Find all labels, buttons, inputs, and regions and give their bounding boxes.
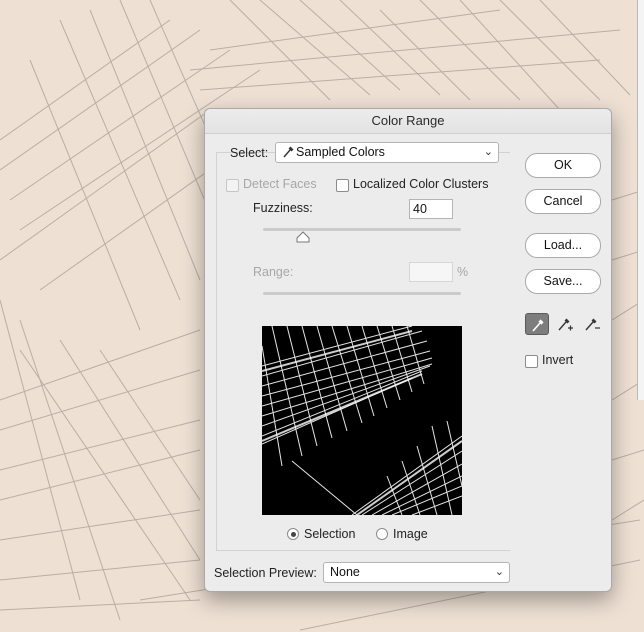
selection-radio[interactable] xyxy=(287,528,299,540)
fuzziness-input[interactable]: 40 xyxy=(409,199,453,219)
fuzziness-label: Fuzziness: xyxy=(253,201,313,215)
chevron-down-icon: ⌄ xyxy=(494,566,504,578)
localized-clusters-checkbox[interactable] xyxy=(336,179,349,192)
fuzziness-slider-thumb[interactable] xyxy=(296,231,310,243)
ok-button[interactable]: OK xyxy=(525,153,601,178)
select-dropdown[interactable]: Sampled Colors ⌄ xyxy=(275,142,499,163)
color-range-dialog: Color Range Select: Sampled Colors ⌄ Det… xyxy=(204,108,612,592)
select-value: Sampled Colors xyxy=(296,145,385,159)
eyedropper-icon xyxy=(532,319,544,332)
eyedropper-plus-tool[interactable] xyxy=(552,313,576,335)
canvas-scrollbar[interactable] xyxy=(637,0,644,400)
range-slider-track[interactable] xyxy=(263,292,461,295)
selection-preview-dropdown[interactable]: None ⌄ xyxy=(323,562,510,583)
cancel-button[interactable]: Cancel xyxy=(525,189,601,214)
eyedropper-tool[interactable] xyxy=(525,313,549,335)
eyedropper-plus-icon xyxy=(558,318,573,331)
selection-preview-label: Selection Preview: xyxy=(214,566,317,580)
save-button[interactable]: Save... xyxy=(525,269,601,294)
localized-clusters-label: Localized Color Clusters xyxy=(353,177,489,191)
invert-label: Invert xyxy=(542,353,574,367)
fuzziness-slider-track[interactable] xyxy=(263,228,461,231)
range-unit: % xyxy=(457,265,469,279)
selection-radio-label: Selection xyxy=(304,527,356,541)
select-label: Select: xyxy=(230,146,269,160)
image-radio-label: Image xyxy=(393,527,428,541)
dialog-title: Color Range xyxy=(205,109,611,134)
load-button[interactable]: Load... xyxy=(525,233,601,258)
range-input[interactable] xyxy=(409,262,453,282)
selection-preview-thumbnail xyxy=(262,326,462,515)
image-radio[interactable] xyxy=(376,528,388,540)
eyedropper-minus-tool[interactable] xyxy=(579,313,603,335)
eyedropper-minus-icon xyxy=(585,318,600,331)
eyedropper-small-icon xyxy=(282,145,294,165)
range-label: Range: xyxy=(253,265,294,279)
invert-checkbox[interactable] xyxy=(525,355,538,368)
detect-faces-label: Detect Faces xyxy=(243,177,317,191)
chevron-down-icon: ⌄ xyxy=(483,146,493,158)
selection-preview-value: None xyxy=(330,565,360,579)
detect-faces-checkbox[interactable] xyxy=(226,179,239,192)
